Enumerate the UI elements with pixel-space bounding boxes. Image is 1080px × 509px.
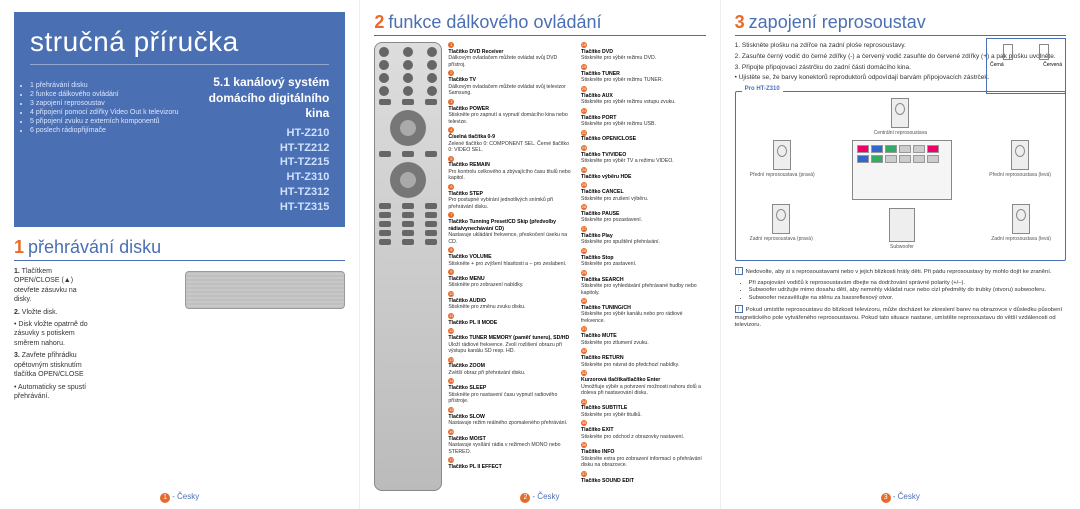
model-list: HT-Z210HT-TZ212HT-TZ215HT-Z310HT-TZ312HT…	[189, 126, 330, 215]
subtitle-line1: 5.1 kanálový systém	[189, 75, 330, 91]
footer-2: 2- Česky	[360, 492, 719, 503]
page-3: 3zapojení reprosoustav 1. Stiskněte ploš…	[721, 0, 1080, 509]
subwoofer-icon	[889, 208, 915, 242]
manual-spread: stručná příručka 1 přehrávání disku2 fun…	[0, 0, 1080, 509]
warning-icon: !	[735, 267, 743, 275]
guide-title: stručná příručka	[30, 26, 329, 65]
page-2: 2funkce dálkového ovládání 1Tlačítko DVD…	[360, 0, 720, 509]
page-1: stručná příručka 1 přehrávání disku2 fun…	[0, 0, 360, 509]
front-right-speaker-icon	[773, 140, 791, 170]
rear-right-speaker-icon	[772, 204, 790, 234]
remote-function-list: 1Tlačítko DVD ReceiverDálkovým ovladačem…	[448, 42, 705, 491]
rear-left-speaker-icon	[1012, 204, 1030, 234]
warning-icon: !	[735, 305, 743, 313]
receiver-back-icon	[852, 140, 952, 200]
footer-1: 1- Česky	[0, 492, 359, 503]
center-speaker-icon	[891, 98, 909, 128]
footer-3: 3- Česky	[721, 492, 1080, 503]
subtitle-line2: domácího digitálního kina	[189, 91, 330, 122]
diagram-label: Pro HT-Z310	[742, 86, 783, 92]
page1-header: stručná příručka 1 přehrávání disku2 fun…	[14, 12, 345, 227]
section3-heading: 3zapojení reprosoustav	[735, 12, 1066, 36]
remote-illustration	[374, 42, 442, 491]
section1-heading: 1přehrávání disku	[14, 237, 345, 261]
toc-list: 1 přehrávání disku2 funkce dálkového ovl…	[30, 81, 179, 215]
speaker-diagram: Pro HT-Z310 Centrální reprosoustava Před…	[735, 91, 1066, 261]
dvd-player-illustration	[185, 271, 345, 309]
warning-notes: !Nedovolte, aby si s reprosoustavami neb…	[735, 267, 1066, 330]
section2-heading: 2funkce dálkového ovládání	[374, 12, 705, 36]
section1-steps: 1. Tlačítkem OPEN/CLOSE (▲) otevřete zás…	[14, 267, 89, 405]
front-left-speaker-icon	[1011, 140, 1029, 170]
terminal-mini-diagram: ČernáČervená	[986, 38, 1066, 94]
